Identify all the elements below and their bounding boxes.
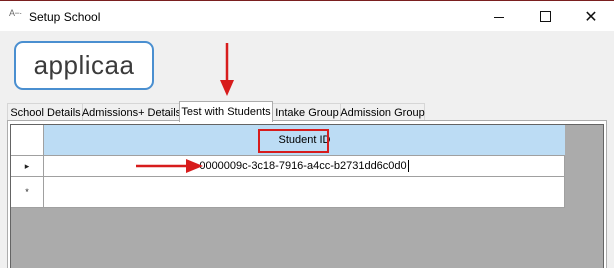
tab-admission-group[interactable]: Admission Group: [340, 103, 425, 121]
student-id-column-header[interactable]: Student ID: [44, 125, 565, 156]
maximize-icon: [539, 11, 551, 22]
row-header-new[interactable]: *: [11, 177, 44, 208]
current-row-indicator-icon: ▸: [24, 160, 30, 171]
down-arrow-to-tab: [220, 43, 234, 96]
applicaa-logo: applicaa: [14, 41, 154, 90]
title-bar[interactable]: A−· Setup School ✕: [0, 1, 614, 31]
tab-school-details[interactable]: School Details: [7, 103, 84, 121]
tab-test-with-students[interactable]: Test with Students: [179, 101, 273, 122]
tab-admissions-details[interactable]: Admissions+ Details: [82, 103, 181, 121]
tab-label: Admission Group: [340, 106, 425, 119]
maximize-button[interactable]: [522, 2, 568, 31]
minimize-icon: [494, 17, 504, 18]
text-caret: [407, 160, 409, 172]
tab-label: School Details: [10, 106, 81, 119]
app-icon: A−·: [9, 8, 22, 18]
grid-corner-cell[interactable]: [11, 125, 44, 156]
logo-text: applicaa: [33, 50, 135, 80]
column-header-label: Student ID: [278, 134, 331, 146]
row-header-current[interactable]: ▸: [11, 156, 44, 177]
tab-label: Admissions+ Details: [81, 106, 182, 119]
student-id-value: 0000009c-3c18-7916-a4cc-b2731dd6c0d0: [199, 160, 407, 172]
tab-intake-group[interactable]: Intake Group: [272, 103, 342, 121]
student-id-cell[interactable]: 0000009c-3c18-7916-a4cc-b2731dd6c0d0: [44, 156, 565, 177]
tab-label: Intake Group: [275, 106, 339, 119]
new-row-cell[interactable]: [44, 177, 565, 208]
close-button[interactable]: ✕: [568, 2, 614, 31]
minimize-button[interactable]: [476, 2, 522, 31]
tab-label: Test with Students: [181, 106, 271, 118]
tab-strip: School Details Admissions+ Details Test …: [7, 101, 607, 122]
new-row-indicator-icon: *: [25, 187, 29, 197]
close-icon: ✕: [584, 8, 598, 26]
window-title: Setup School: [29, 10, 101, 24]
students-grid[interactable]: Student ID ▸ 0000009c-3c18-7916-a4cc-b27…: [10, 124, 604, 268]
